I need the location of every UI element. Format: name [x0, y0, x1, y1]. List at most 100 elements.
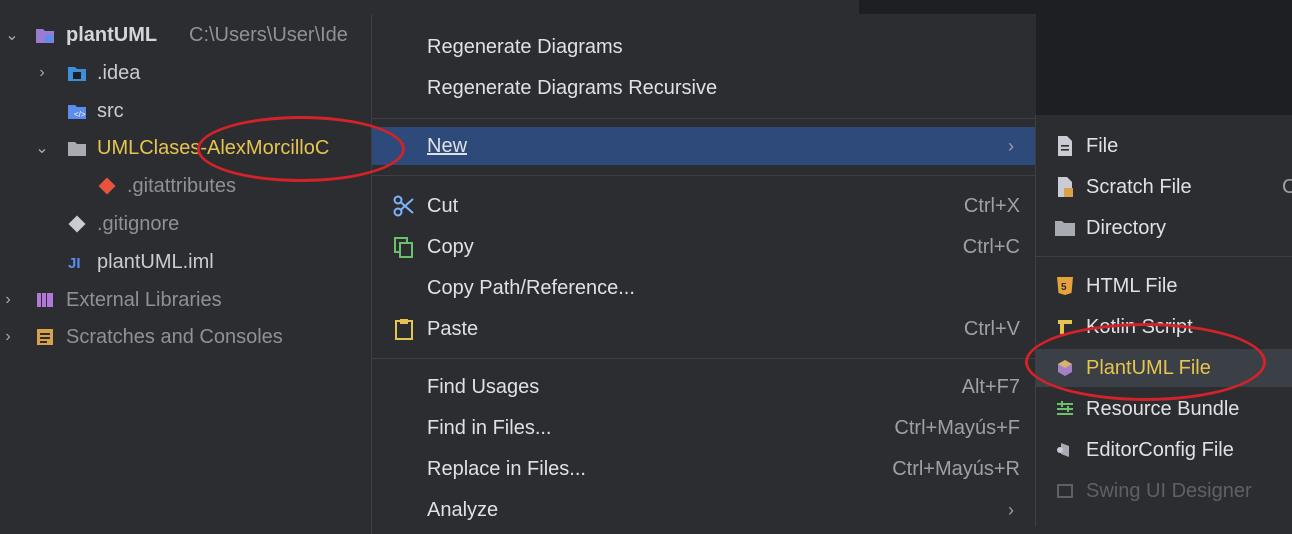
svg-text:5: 5 — [1061, 282, 1067, 293]
menu-item-label: Replace in Files... — [427, 457, 586, 480]
submenu-item-resource-bundle[interactable]: Resource Bundle — [1036, 390, 1292, 428]
chevron-down-icon[interactable]: ⌄ — [34, 138, 50, 158]
tree-item-idea[interactable]: › .idea — [0, 54, 371, 92]
editorconfig-icon — [1052, 437, 1078, 463]
chevron-right-icon: › — [1008, 135, 1014, 156]
tree-gitattributes-label: .gitattributes — [127, 174, 236, 197]
menu-item-label: New — [427, 134, 468, 157]
submenu-item-scratch-file[interactable]: Scratch File C — [1036, 168, 1292, 206]
submenu-item-editorconfig[interactable]: EditorConfig File — [1036, 431, 1292, 469]
submenu-item-swing-ui-designer[interactable]: Swing UI Designer — [1036, 472, 1292, 510]
submenu-item-plantuml-file[interactable]: PlantUML File — [1036, 349, 1292, 387]
menu-item-cut[interactable]: Cut Ctrl+X — [372, 187, 1036, 225]
folder-icon — [66, 137, 88, 159]
iml-file-icon: JI — [66, 251, 88, 273]
submenu-item-html-file[interactable]: 5 HTML File — [1036, 267, 1292, 305]
library-icon — [34, 289, 56, 311]
tree-item-umlclases[interactable]: ⌄ UMLClases-AlexMorcilloC — [0, 129, 371, 167]
svg-text:</>: </> — [74, 110, 86, 119]
menu-item-shortcut: Ctrl+X — [963, 194, 1020, 217]
menu-item-copy[interactable]: Copy Ctrl+C — [372, 228, 1036, 266]
chevron-right-icon[interactable]: › — [0, 291, 16, 309]
copy-icon — [390, 233, 418, 261]
tree-root-label: plantUML — [66, 23, 158, 46]
context-menu: Regenerate Diagrams Regenerate Diagrams … — [371, 14, 1036, 534]
menu-item-find-usages[interactable]: Find Usages Alt+F7 — [372, 368, 1036, 406]
menu-item-shortcut: Ctrl+Mayús+R — [892, 457, 1020, 480]
file-icon — [1052, 133, 1078, 159]
submenu-item-kotlin-script[interactable]: Kotlin Script — [1036, 308, 1292, 346]
tree-item-scratches[interactable]: › Scratches and Consoles — [0, 318, 371, 356]
form-icon — [1052, 478, 1078, 504]
tree-item-gitignore[interactable]: .gitignore — [0, 205, 371, 243]
menu-item-shortcut: Ctrl+Mayús+F — [894, 416, 1020, 439]
menu-item-new[interactable]: New › — [372, 127, 1036, 165]
tree-iml-label: plantUML.iml — [97, 250, 214, 273]
menu-item-paste[interactable]: Paste Ctrl+V — [372, 310, 1036, 348]
scissors-icon — [390, 192, 418, 220]
tree-idea-label: .idea — [97, 61, 141, 84]
menu-item-label: Analyze — [427, 498, 499, 521]
menu-item-analyze[interactable]: Analyze › — [372, 491, 1036, 529]
tree-item-external-libraries[interactable]: › External Libraries — [0, 281, 371, 319]
scratch-file-icon — [1052, 174, 1078, 200]
plantuml-icon — [1052, 355, 1078, 381]
menu-item-label: Find Usages — [427, 375, 540, 398]
menu-separator — [372, 358, 1036, 359]
chevron-right-icon[interactable]: › — [34, 64, 50, 82]
chevron-right-icon[interactable]: › — [0, 328, 16, 346]
menu-item-label: Paste — [427, 317, 479, 340]
git-file-icon — [96, 175, 118, 197]
menu-item-label: Regenerate Diagrams Recursive — [427, 76, 718, 99]
menu-item-label: Cut — [427, 194, 459, 217]
menu-item-label: Regenerate Diagrams — [427, 35, 623, 58]
menu-item-shortcut: Ctrl+V — [963, 317, 1020, 340]
submenu-item-directory[interactable]: Directory — [1036, 209, 1292, 247]
top-dark-band — [859, 0, 1292, 14]
submenu-item-label: Scratch File — [1086, 175, 1192, 198]
tree-external-libraries-label: External Libraries — [66, 288, 222, 311]
submenu-item-label: Swing UI Designer — [1086, 479, 1252, 502]
tree-scratches-label: Scratches and Consoles — [66, 325, 283, 348]
tree-item-src[interactable]: </> src — [0, 92, 371, 130]
tree-item-gitattributes[interactable]: .gitattributes — [0, 167, 371, 205]
svg-text:JI: JI — [68, 255, 81, 271]
scratches-icon — [34, 326, 56, 348]
gitignore-file-icon — [66, 213, 88, 235]
tree-gitignore-label: .gitignore — [97, 212, 180, 235]
submenu-item-label: Directory — [1086, 216, 1167, 239]
submenu-item-label: HTML File — [1086, 274, 1178, 297]
menu-item-regenerate-diagrams[interactable]: Regenerate Diagrams — [372, 28, 1036, 66]
tree-item-root[interactable]: ⌄ plantUML C:\Users\User\Ide — [0, 16, 371, 54]
tree-item-iml[interactable]: JI plantUML.iml — [0, 243, 371, 281]
tree-root-path: C:\Users\User\Ide — [189, 23, 348, 46]
menu-separator — [372, 118, 1036, 119]
module-folder-icon — [34, 24, 56, 46]
chevron-down-icon[interactable]: ⌄ — [4, 25, 20, 45]
kotlin-script-icon — [1052, 314, 1078, 340]
menu-item-regenerate-diagrams-recursive[interactable]: Regenerate Diagrams Recursive — [372, 69, 1036, 107]
menu-item-label: Copy — [427, 235, 474, 258]
menu-item-copy-path[interactable]: Copy Path/Reference... — [372, 269, 1036, 307]
menu-item-replace-in-files[interactable]: Replace in Files... Ctrl+Mayús+R — [372, 450, 1036, 488]
folder-icon — [1052, 215, 1078, 241]
menu-item-shortcut: Ctrl+C — [962, 235, 1020, 258]
submenu-item-shortcut: C — [1282, 176, 1292, 199]
project-tree: ⌄ plantUML C:\Users\User\Ide › .idea </>… — [0, 0, 371, 526]
resource-bundle-icon — [1052, 396, 1078, 422]
html5-icon: 5 — [1052, 273, 1078, 299]
menu-item-label: Copy Path/Reference... — [427, 276, 635, 299]
submenu-item-label: PlantUML File — [1086, 356, 1211, 379]
submenu-item-label: Resource Bundle — [1086, 397, 1240, 420]
menu-item-shortcut: Alt+F7 — [961, 375, 1020, 398]
new-submenu: File Scratch File C Directory 5 HTML Fil… — [1035, 115, 1292, 526]
source-folder-icon: </> — [66, 100, 88, 122]
submenu-item-file[interactable]: File — [1036, 127, 1292, 165]
submenu-separator — [1036, 256, 1292, 257]
submenu-item-label: EditorConfig File — [1086, 438, 1234, 461]
tree-umlclases-label: UMLClases-AlexMorcilloC — [97, 136, 330, 159]
menu-item-find-in-files[interactable]: Find in Files... Ctrl+Mayús+F — [372, 409, 1036, 447]
tree-src-label: src — [97, 99, 124, 122]
menu-item-label: Find in Files... — [427, 416, 552, 439]
submenu-item-label: File — [1086, 134, 1119, 157]
